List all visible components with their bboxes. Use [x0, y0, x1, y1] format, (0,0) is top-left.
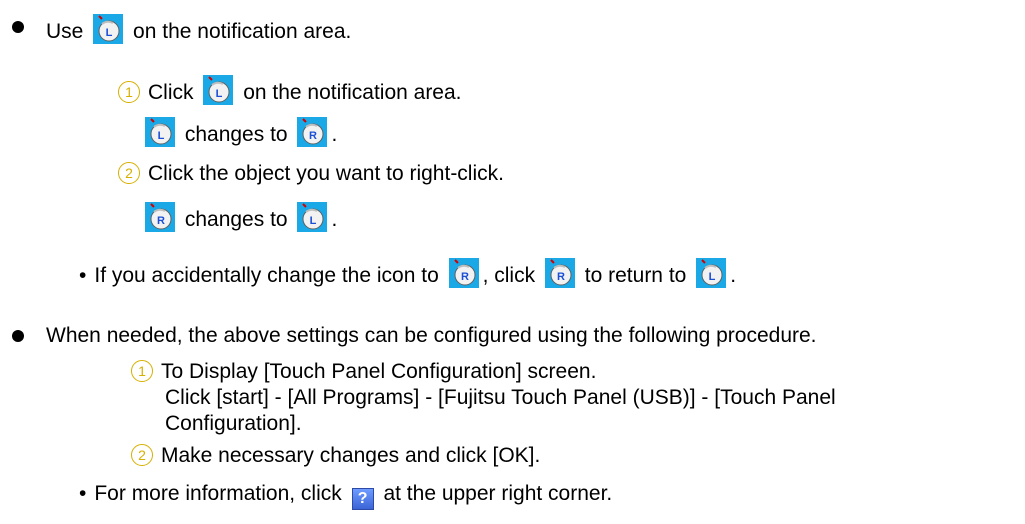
right-click-mode-icon — [544, 258, 575, 288]
section1-intro: Use on the notification area. — [46, 14, 351, 45]
section2-intro: When needed, the above settings can be c… — [46, 324, 817, 347]
right-click-mode-icon — [145, 202, 175, 232]
intro-pre-text: Use — [46, 20, 84, 43]
section1-step-1: 1 Click on the notification area. — [118, 75, 462, 106]
step1-pre-text: Click — [148, 81, 194, 104]
help-icon: ? — [351, 488, 374, 510]
left-click-mode-icon — [203, 75, 234, 105]
section2-step-2: 2 Make necessary changes and click [OK]. — [131, 443, 540, 469]
step-number-2: 2 — [131, 444, 153, 466]
step1-post-text: on the notification area. — [243, 81, 462, 104]
left-click-mode-icon — [145, 117, 175, 147]
section1-change-2: changes to . — [145, 202, 337, 233]
note-mid2-text: to return to — [584, 264, 687, 287]
note-pre-text: For more information, click — [94, 482, 342, 505]
section1-note: • If you accidentally change the icon to … — [79, 258, 736, 289]
change2-text: changes to — [184, 208, 288, 231]
step1-detail-line1: Click [start] - [All Programs] - [Fujits… — [165, 386, 836, 409]
intro-post-text: on the notification area. — [133, 20, 352, 43]
step-number-2: 2 — [118, 162, 140, 184]
middle-dot: • — [79, 264, 87, 287]
step2-text: Click the object you want to right-click… — [148, 162, 504, 185]
note-pre-text: If you accidentally change the icon to — [94, 264, 439, 287]
step2-text: Make necessary changes and click [OK]. — [161, 444, 541, 467]
section1-change-1: changes to . — [145, 117, 337, 148]
change1-text: changes to — [184, 123, 288, 146]
step-number-1: 1 — [118, 81, 140, 103]
bullet-icon — [12, 21, 24, 33]
step1-title: To Display [Touch Panel Configuration] s… — [161, 360, 597, 383]
section2-step-1: 1 To Display [Touch Panel Configuration] … — [131, 359, 596, 385]
section1-step-2: 2 Click the object you want to right-clic… — [118, 161, 504, 187]
left-click-mode-icon — [297, 202, 328, 232]
right-click-mode-icon — [297, 117, 328, 147]
bullet-icon — [12, 330, 24, 342]
left-click-mode-icon — [696, 258, 727, 288]
left-click-mode-icon — [93, 14, 124, 44]
note-post-text: at the upper right corner. — [383, 482, 613, 505]
right-click-mode-icon — [448, 258, 479, 288]
note-end-text: . — [730, 264, 737, 287]
middle-dot: • — [79, 482, 87, 505]
section2-note: • For more information, click ? at the up… — [79, 481, 612, 510]
step1-detail-line2: Configuration]. — [165, 412, 302, 435]
note-mid-text: , click — [482, 264, 536, 287]
step-number-1: 1 — [131, 360, 153, 382]
